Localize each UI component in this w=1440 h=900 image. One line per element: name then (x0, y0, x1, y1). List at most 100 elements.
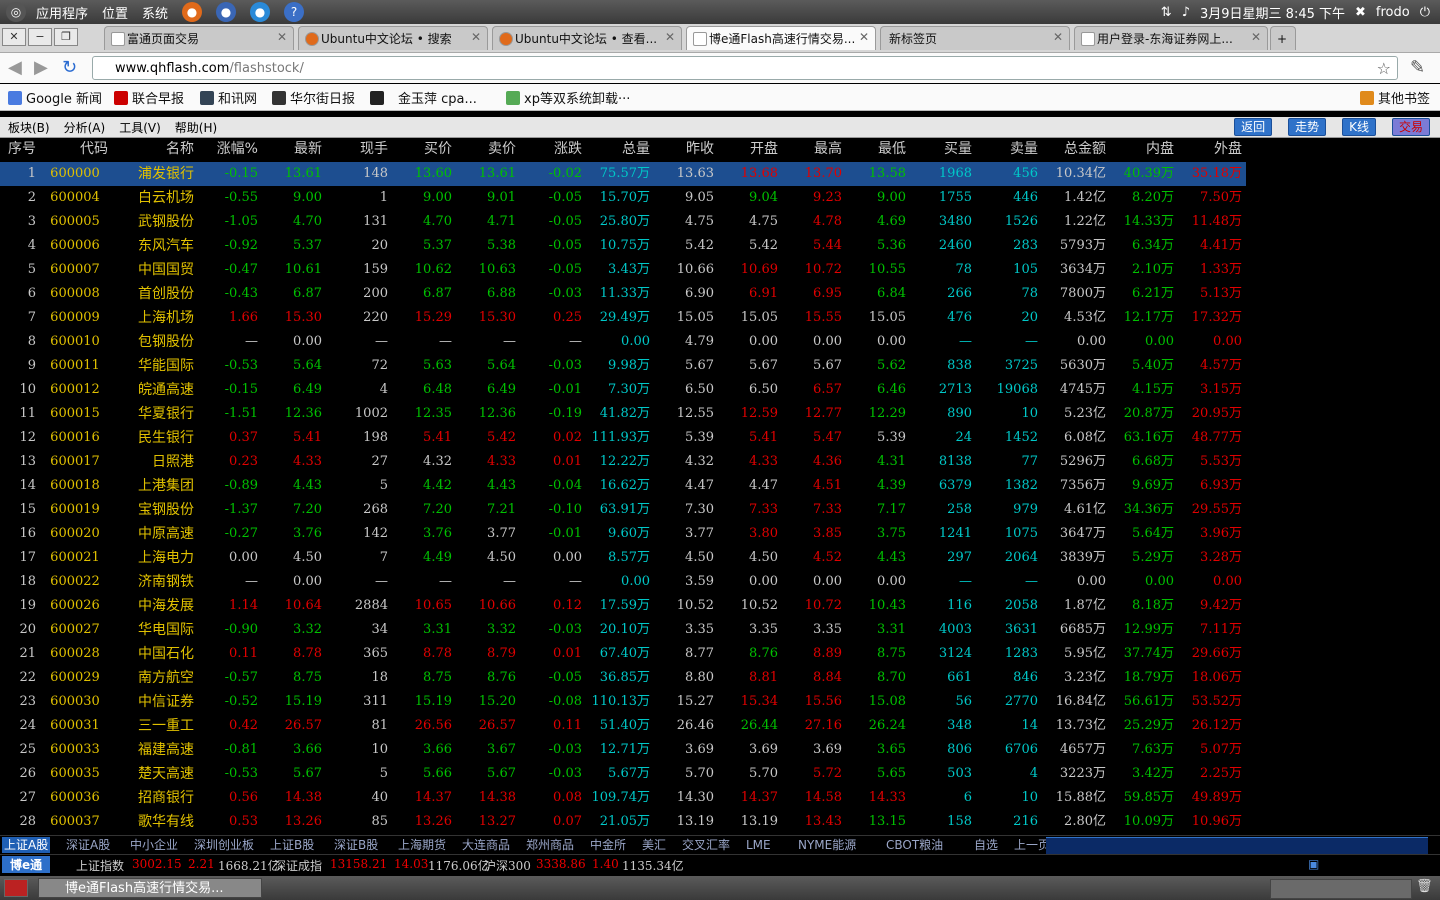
help-icon[interactable]: ? (284, 2, 305, 22)
table-row[interactable]: 10 600012 皖通高速 -0.15 6.49 4 6.48 6.49 -0.01 7.30万… (0, 378, 1246, 402)
market-tab[interactable]: 上证B股 (270, 837, 314, 853)
bookmark-other[interactable]: 其他书签 (1360, 88, 1430, 107)
table-row[interactable]: 14 600018 上港集团 -0.89 4.43 5 4.42 4.43 -0.04 16.62… (0, 474, 1246, 498)
market-tab[interactable]: CBOT粮油 (886, 837, 943, 853)
market-tab[interactable]: 深圳创业板 (194, 837, 254, 853)
header-col-index[interactable]: 序号 (0, 138, 46, 160)
table-row[interactable]: 3 600005 武钢股份 -1.05 4.70 131 4.70 4.71 -0.05 25.8… (0, 210, 1246, 234)
tab-close-icon[interactable]: ✕ (859, 30, 869, 44)
tab-close-icon[interactable]: ✕ (277, 30, 287, 44)
market-tab[interactable]: 郑州商品 (526, 837, 574, 853)
back-icon[interactable]: ◀ (8, 57, 22, 78)
tab-login[interactable]: 用户登录-东海证券网上... ✕ (1074, 26, 1268, 50)
header-col-inner[interactable]: 内盘 (1110, 138, 1174, 160)
bookmark-star-icon[interactable]: ☆ (1377, 57, 1391, 81)
header-col-code[interactable]: 代码 (42, 138, 108, 160)
table-row[interactable]: 17 600021 上海电力 0.00 4.50 7 4.49 4.50 0.00 8.57万 4.… (0, 546, 1246, 570)
reload-icon[interactable]: ↻ (62, 57, 77, 78)
menu-help[interactable]: 帮助(H) (175, 119, 217, 136)
table-row[interactable]: 27 600036 招商银行 0.56 14.38 40 14.37 14.38 0.08 109… (0, 786, 1246, 810)
menu-places[interactable]: 位置 (102, 3, 128, 22)
table-row[interactable]: 7 600009 上海机场 1.66 15.30 220 15.29 15.30 0.25 29.… (0, 306, 1246, 330)
header-col-high[interactable]: 最高 (782, 138, 842, 160)
bookmark-zaobao[interactable]: 联合早报 (114, 88, 184, 107)
window-restore-icon[interactable]: ❐ (54, 28, 78, 46)
header-col-bid-vol[interactable]: 买量 (910, 138, 972, 160)
bookmark-cpa[interactable]: 金玉萍 cpa... (370, 88, 477, 107)
bookmark-wsj[interactable]: 华尔街日报 (272, 88, 355, 107)
market-tab[interactable]: 自选 (974, 837, 998, 853)
taskbar-window-item[interactable]: 博e通Flash高速行情交易... (38, 878, 262, 898)
screen-icon[interactable]: ▣ (1308, 857, 1319, 871)
table-row[interactable]: 8 600010 包钢股份 — 0.00 — — — — 0.00 4.79 0.00 0.00 0.00… (0, 330, 1246, 354)
menu-sector[interactable]: 板块(B) (8, 119, 50, 136)
header-col-bid[interactable]: 买价 (392, 138, 452, 160)
firefox-icon[interactable]: ● (182, 2, 203, 22)
header-col-outer[interactable]: 外盘 (1178, 138, 1242, 160)
network-icon[interactable]: ⇅ (1161, 5, 1172, 20)
market-tab[interactable]: LME (746, 837, 771, 853)
table-row[interactable]: 9 600011 华能国际 -0.53 5.64 72 5.63 5.64 -0.03 9.98万… (0, 354, 1246, 378)
tab-close-icon[interactable]: ✕ (1251, 30, 1261, 44)
tab-close-icon[interactable]: ✕ (471, 30, 481, 44)
table-row[interactable]: 12 600016 民生银行 0.37 5.41 198 5.41 5.42 0.02 111.9… (0, 426, 1246, 450)
tab-close-icon[interactable]: ✕ (1053, 30, 1063, 44)
kline-button[interactable]: K线 (1342, 118, 1376, 136)
clock[interactable]: 3月9日星期三 8:45 下午 (1200, 3, 1345, 22)
market-tab[interactable]: 深证B股 (334, 837, 378, 853)
header-col-turnover[interactable]: 总金额 (1042, 138, 1106, 160)
market-tab[interactable]: 上证A股 (2, 837, 51, 853)
bookmark-google-news[interactable]: Google 新闻 (8, 88, 102, 107)
table-row[interactable]: 21 600028 中国石化 0.11 8.78 365 8.78 8.79 0.01 67.40… (0, 642, 1246, 666)
ubuntu-logo-icon[interactable]: ◎ (6, 2, 26, 22)
user-name[interactable]: frodo (1376, 5, 1410, 20)
url-input[interactable]: www.qhflash.com/flashstock/ ☆ (92, 56, 1398, 80)
tab-new[interactable]: 新标签页 ✕ (880, 26, 1070, 50)
table-row[interactable]: 24 600031 三一重工 0.42 26.57 81 26.56 26.57 0.11 51.… (0, 714, 1246, 738)
menu-system[interactable]: 系统 (142, 3, 168, 22)
table-row[interactable]: 18 600022 济南钢铁 — 0.00 — — — — 0.00 3.59 0.00 0.00 0.0… (0, 570, 1246, 594)
market-tab[interactable]: 上一页 (1014, 837, 1050, 853)
market-tab[interactable]: 大连商品 (462, 837, 510, 853)
forward-icon[interactable]: ▶ (34, 57, 48, 78)
table-row[interactable]: 26 600035 楚天高速 -0.53 5.67 5 5.66 5.67 -0.03 5.67万… (0, 762, 1246, 786)
table-row[interactable]: 2 600004 白云机场 -0.55 9.00 1 9.00 9.01 -0.05 15.70万… (0, 186, 1246, 210)
workspace-switcher[interactable] (1270, 879, 1412, 899)
menu-analysis[interactable]: 分析(A) (64, 119, 106, 136)
market-tab[interactable]: 交叉汇率 (682, 837, 730, 853)
header-col-low[interactable]: 最低 (846, 138, 906, 160)
market-tab[interactable]: 上海期货 (398, 837, 446, 853)
table-row[interactable]: 4 600006 东风汽车 -0.92 5.37 20 5.37 5.38 -0.05 10.75… (0, 234, 1246, 258)
header-col-ask[interactable]: 卖价 (456, 138, 516, 160)
tab-fortune[interactable]: 富通页面交易 ✕ (104, 26, 294, 50)
show-desktop-icon[interactable] (4, 879, 28, 897)
tab-ubuntu-view[interactable]: Ubuntu中文论坛 • 查看... ✕ (492, 26, 682, 50)
market-tab[interactable]: 深证A股 (66, 837, 110, 853)
header-col-ask-vol[interactable]: 卖量 (976, 138, 1038, 160)
table-row[interactable]: 16 600020 中原高速 -0.27 3.76 142 3.76 3.77 -0.01 9.6… (0, 522, 1246, 546)
table-row[interactable]: 28 600037 歌华有线 0.53 13.26 85 13.26 13.27 0.07 21.… (0, 810, 1246, 834)
header-col-name[interactable]: 名称 (112, 138, 194, 160)
header-col-change-pct[interactable]: 涨幅% (196, 138, 258, 160)
tab-close-icon[interactable]: ✕ (665, 30, 675, 44)
header-col-prev-close[interactable]: 昨收 (654, 138, 714, 160)
table-row[interactable]: 6 600008 首创股份 -0.43 6.87 200 6.87 6.88 -0.03 11.3… (0, 282, 1246, 306)
horizontal-scrollbar[interactable] (1046, 837, 1428, 854)
market-tab[interactable]: 中小企业 (130, 837, 178, 853)
menu-applications[interactable]: 应用程序 (36, 3, 88, 22)
table-row[interactable]: 1 600000 浦发银行 -0.15 13.61 148 13.60 13.61 -0.02 7… (0, 162, 1246, 186)
browser-icon[interactable]: ● (250, 2, 271, 22)
wrench-icon[interactable]: ✎ (1410, 57, 1425, 78)
bookmark-xp[interactable]: xp等双系统卸载··· (506, 88, 630, 107)
table-row[interactable]: 15 600019 宝钢股份 -1.37 7.20 268 7.20 7.21 -0.10 63.… (0, 498, 1246, 522)
trash-icon[interactable]: 🗑 (1416, 879, 1433, 894)
new-tab-button[interactable]: + (1270, 26, 1296, 50)
chat-icon[interactable]: ● (216, 2, 237, 22)
market-tab[interactable]: NYME能源 (798, 837, 856, 853)
tab-flash-quotes[interactable]: 博e通Flash高速行情交易... ✕ (686, 26, 876, 50)
table-row[interactable]: 19 600026 中海发展 1.14 10.64 2884 10.65 10.66 0.12 1… (0, 594, 1246, 618)
trade-button[interactable]: 交易 (1391, 118, 1430, 136)
table-row[interactable]: 20 600027 华电国际 -0.90 3.32 34 3.31 3.32 -0.03 20.1… (0, 618, 1246, 642)
header-col-last[interactable]: 最新 (262, 138, 322, 160)
window-close-icon[interactable]: ✕ (2, 28, 26, 46)
